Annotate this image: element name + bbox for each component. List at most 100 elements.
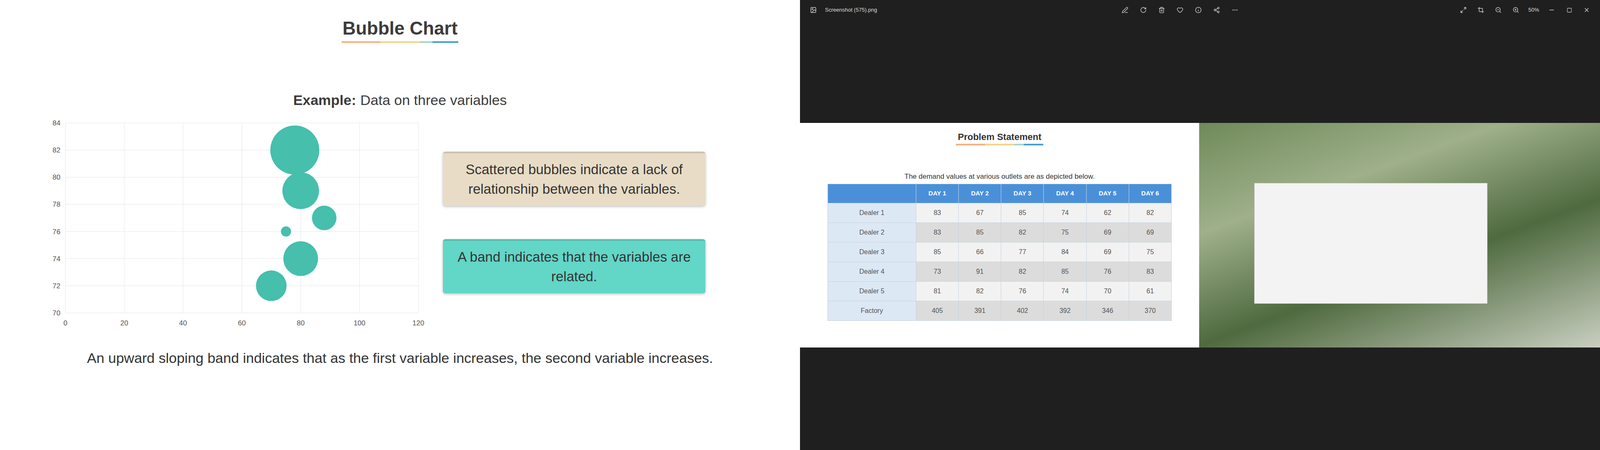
table-cell: 405	[916, 300, 959, 321]
table-cell: 66	[958, 242, 1002, 262]
favorite-icon[interactable]	[1171, 2, 1189, 18]
table-cell: 84	[1043, 242, 1087, 262]
table-cell: 91	[958, 261, 1002, 282]
share-icon[interactable]	[1208, 2, 1225, 18]
bubble[interactable]	[255, 270, 287, 302]
svg-text:70: 70	[52, 309, 61, 318]
table-row: Dealer 1836785746282	[827, 202, 1172, 223]
info-icon[interactable]	[1190, 2, 1207, 18]
table-cell: 75	[1128, 242, 1172, 262]
column-header: DAY 1	[916, 183, 959, 203]
column-header: DAY 5	[1086, 183, 1129, 203]
zoom-level[interactable]: 50%	[1525, 5, 1543, 15]
table-cell: 83	[916, 202, 959, 223]
row-label: Dealer 1	[827, 202, 917, 223]
y-tick: 84	[52, 119, 419, 128]
table-cell: 69	[1086, 222, 1129, 243]
bubble-chart-slide: Bubble Chart Example:Data on three variab…	[0, 0, 800, 450]
example-heading: Example:Data on three variables	[293, 91, 508, 110]
row-label: Dealer 2	[827, 222, 917, 243]
table-cell: 82	[958, 281, 1002, 301]
photo-viewer: Screenshot (575).png 50% Problem Statement…	[800, 0, 1600, 450]
column-header: DAY 4	[1043, 183, 1087, 203]
bubble[interactable]	[283, 241, 318, 276]
x-tick: 100	[353, 122, 366, 328]
y-tick: 72	[52, 281, 419, 290]
title-underline	[955, 143, 1044, 146]
delete-icon[interactable]	[1153, 2, 1170, 18]
table-cell: 346	[1086, 300, 1129, 321]
minimize-icon[interactable]	[1543, 2, 1560, 18]
callout-card: A band indicates that the variables are …	[442, 239, 706, 294]
y-tick: 74	[52, 254, 419, 263]
table-row: Dealer 3856677846975	[827, 242, 1172, 262]
demand-table: DAY 1DAY 2DAY 3DAY 4DAY 5DAY 6Dealer 183…	[827, 183, 1172, 321]
bubble[interactable]	[282, 172, 320, 209]
edit-icon[interactable]	[1116, 2, 1134, 18]
column-header: DAY 6	[1128, 183, 1172, 203]
fullscreen-icon[interactable]	[1455, 2, 1472, 18]
slide-title: Bubble Chart	[342, 16, 458, 40]
table-cell: 82	[1001, 222, 1044, 243]
svg-text:60: 60	[237, 319, 246, 328]
table-cell: 75	[1043, 222, 1087, 243]
table-cell: 76	[1001, 281, 1044, 301]
svg-text:80: 80	[296, 319, 305, 328]
table-row: Factory405391402392346370	[827, 300, 1172, 321]
svg-text:82: 82	[52, 146, 61, 155]
table-cell: 69	[1128, 222, 1172, 243]
image-area: Problem StatementThe demand values at va…	[800, 20, 1600, 450]
crop-icon[interactable]	[1472, 2, 1490, 18]
viewer-title: Screenshot (575).png	[825, 5, 1117, 15]
column-header: DAY 2	[958, 183, 1002, 203]
zoom-out-icon[interactable]	[1490, 2, 1507, 18]
table-cell: 83	[916, 222, 959, 243]
x-tick: 0	[63, 122, 68, 328]
y-tick: 82	[52, 146, 419, 155]
image-title: Problem Statement	[957, 131, 1042, 143]
table-cell: 83	[1128, 261, 1172, 282]
svg-text:40: 40	[179, 319, 188, 328]
footer-text: An upward sloping band indicates that as…	[87, 347, 714, 369]
table-cell: 392	[1043, 300, 1087, 321]
svg-text:100: 100	[353, 319, 366, 328]
svg-text:120: 120	[412, 319, 425, 328]
desktop-window	[1254, 182, 1488, 304]
table-cell: 74	[1043, 202, 1087, 223]
table-cell: 73	[916, 261, 959, 282]
maximize-icon[interactable]	[1560, 2, 1578, 18]
table-cell: 70	[1086, 281, 1129, 301]
table-cell: 402	[1001, 300, 1044, 321]
close-icon[interactable]	[1578, 2, 1595, 18]
desktop-photo	[1199, 122, 1600, 348]
table-cell: 77	[1001, 242, 1044, 262]
zoom-in-icon[interactable]	[1507, 2, 1525, 18]
bubble[interactable]	[280, 226, 292, 237]
bubble[interactable]	[270, 125, 320, 175]
more-icon[interactable]	[1226, 2, 1244, 18]
table-cell: 370	[1128, 300, 1172, 321]
table-cell: 76	[1086, 261, 1129, 282]
y-tick: 80	[52, 173, 419, 182]
table-cell: 81	[916, 281, 959, 301]
table-row: Dealer 5818276747061	[827, 281, 1172, 301]
table-row: Dealer 2838582756969	[827, 222, 1172, 243]
y-tick: 70	[52, 309, 419, 318]
bubble-chart: 0204060801001208482807876747270	[41, 114, 434, 331]
viewer-toolbar: Screenshot (575).png 50%	[800, 0, 1600, 20]
row-label: Dealer 5	[827, 281, 917, 301]
table-cell: 85	[916, 242, 959, 262]
table-cell: 85	[1001, 202, 1044, 223]
table-cell: 85	[1043, 261, 1087, 282]
table-header-row: DAY 1DAY 2DAY 3DAY 4DAY 5DAY 6	[827, 183, 1172, 203]
bubble[interactable]	[312, 205, 337, 230]
rotate-icon[interactable]	[1135, 2, 1152, 18]
table-cell: 85	[958, 222, 1002, 243]
row-label: Dealer 3	[827, 242, 917, 262]
y-tick: 76	[52, 227, 419, 236]
screen: Bubble Chart Example:Data on three variab…	[0, 0, 1600, 450]
app-icon[interactable]	[805, 2, 822, 18]
x-tick: 20	[120, 122, 129, 328]
svg-text:74: 74	[52, 254, 61, 263]
x-tick: 40	[179, 122, 188, 328]
